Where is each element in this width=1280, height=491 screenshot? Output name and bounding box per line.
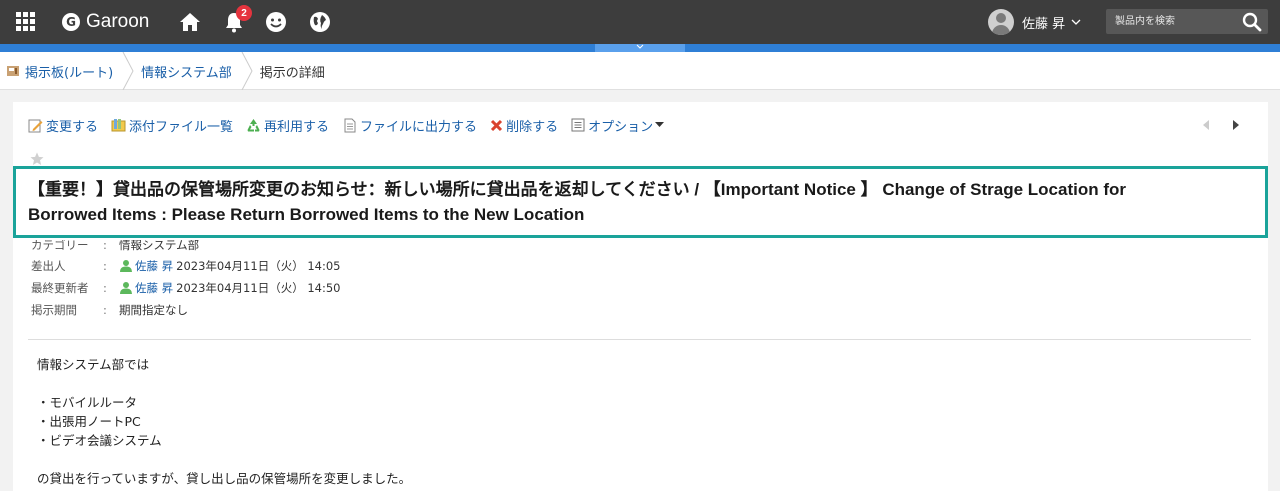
attachments-label: 添付ファイル一覧	[129, 119, 234, 135]
options-label: オプション	[588, 119, 654, 135]
breadcrumb-category-link[interactable]: 情報システム部	[141, 62, 232, 81]
last-updater-user-link[interactable]: 佐藤 昇	[135, 280, 173, 296]
edit-label: 変更する	[46, 119, 99, 135]
user-icon	[120, 260, 132, 272]
breadcrumb-root-link[interactable]: 掲示板(ルート)	[25, 62, 113, 81]
sender-row: 差出人 : 佐藤 昇 2023年04月11日（火） 14:05	[31, 258, 341, 274]
breadcrumb: 掲示板(ルート) 情報システム部 掲示の詳細	[0, 52, 1280, 90]
post-title-highlight: 【重要！】貸出品の保管場所変更のお知らせ：新しい場所に貸出品を返却してください …	[13, 166, 1268, 238]
edit-pencil-icon	[28, 119, 43, 132]
attachment-files-icon	[111, 118, 126, 131]
home-icon[interactable]	[178, 10, 202, 34]
search-box	[1106, 9, 1268, 34]
delete-button[interactable]: 削除する	[490, 116, 558, 135]
export-label: ファイルに出力する	[360, 119, 478, 135]
previous-post-arrow-icon[interactable]	[1201, 119, 1211, 131]
search-input[interactable]	[1106, 9, 1236, 34]
breadcrumb-separator	[241, 52, 253, 90]
notification-count-badge: 2	[236, 5, 252, 21]
garoon-logo-icon: G	[62, 13, 80, 31]
category-label: カテゴリー	[31, 238, 89, 252]
edit-button[interactable]: 変更する	[28, 116, 98, 135]
top-navigation-bar: G Garoon 2 佐藤 昇	[0, 0, 1280, 44]
category-row: カテゴリー : 情報システム部	[31, 238, 200, 252]
sender-user-link[interactable]: 佐藤 昇	[135, 258, 173, 274]
favorite-star-icon[interactable]	[30, 152, 44, 166]
last-updater-label: 最終更新者	[31, 281, 89, 295]
user-menu[interactable]: 佐藤 昇	[988, 9, 1081, 35]
document-icon	[344, 118, 356, 132]
app-name: Garoon	[86, 11, 150, 32]
post-title-line-2: Borrowed Items : Please Return Borrowed …	[28, 205, 585, 224]
collapse-header-toggle[interactable]	[595, 44, 685, 52]
body-bullet-2: ・出張用ノートPC	[37, 414, 141, 429]
user-name: 佐藤 昇	[1022, 16, 1066, 32]
user-icon	[120, 282, 132, 294]
caret-down-icon	[655, 122, 665, 127]
chevron-down-icon	[1071, 19, 1081, 25]
next-post-arrow-icon[interactable]	[1231, 119, 1241, 131]
chevron-down-icon	[636, 44, 644, 49]
search-icon[interactable]	[1242, 12, 1262, 32]
posting-period-value: 期間指定なし	[119, 303, 188, 317]
recycle-icon	[247, 118, 260, 131]
delete-x-icon	[491, 119, 503, 131]
last-updated-timestamp: 2023年04月11日（火） 14:50	[176, 281, 341, 295]
bulletin-board-icon	[7, 66, 19, 76]
app-menu-grid-icon[interactable]	[16, 12, 36, 32]
content-divider	[28, 339, 1251, 340]
body-intro: 情報システム部では	[37, 357, 150, 372]
sender-timestamp: 2023年04月11日（火） 14:05	[176, 259, 341, 273]
breadcrumb-separator	[122, 52, 134, 90]
options-list-icon	[571, 118, 585, 132]
sender-label: 差出人	[31, 259, 66, 273]
smiley-face-icon[interactable]	[264, 10, 288, 34]
reuse-button[interactable]: 再利用する	[246, 116, 329, 135]
body-closing: の貸出を行っていますが、貸し出し品の保管場所を変更しました。	[37, 471, 412, 486]
avatar	[988, 9, 1014, 35]
export-file-button[interactable]: ファイルに出力する	[342, 116, 477, 135]
posting-period-row: 掲示期間 : 期間指定なし	[31, 303, 188, 317]
globe-icon[interactable]	[308, 10, 332, 34]
reuse-label: 再利用する	[264, 119, 330, 135]
post-title-line-1: 【重要！】貸出品の保管場所変更のお知らせ：新しい場所に貸出品を返却してください …	[28, 180, 1126, 199]
breadcrumb-current: 掲示の詳細	[259, 65, 325, 81]
post-detail-panel: 変更する 添付ファイル一覧 再利用する ファイルに出力する 削除する オプション…	[13, 102, 1268, 491]
category-value: 情報システム部	[119, 238, 200, 252]
options-dropdown[interactable]: オプション	[571, 116, 667, 135]
delete-label: 削除する	[506, 119, 559, 135]
posting-period-label: 掲示期間	[31, 303, 77, 317]
garoon-logo[interactable]: G Garoon	[62, 10, 149, 34]
attachments-list-button[interactable]: 添付ファイル一覧	[111, 116, 233, 135]
post-toolbar: 変更する 添付ファイル一覧 再利用する ファイルに出力する 削除する オプション	[28, 115, 680, 135]
body-bullet-3: ・ビデオ会議システム	[37, 433, 162, 448]
last-updater-row: 最終更新者 : 佐藤 昇 2023年04月11日（火） 14:50	[31, 280, 341, 296]
body-bullet-1: ・モバイルルータ	[37, 395, 138, 410]
